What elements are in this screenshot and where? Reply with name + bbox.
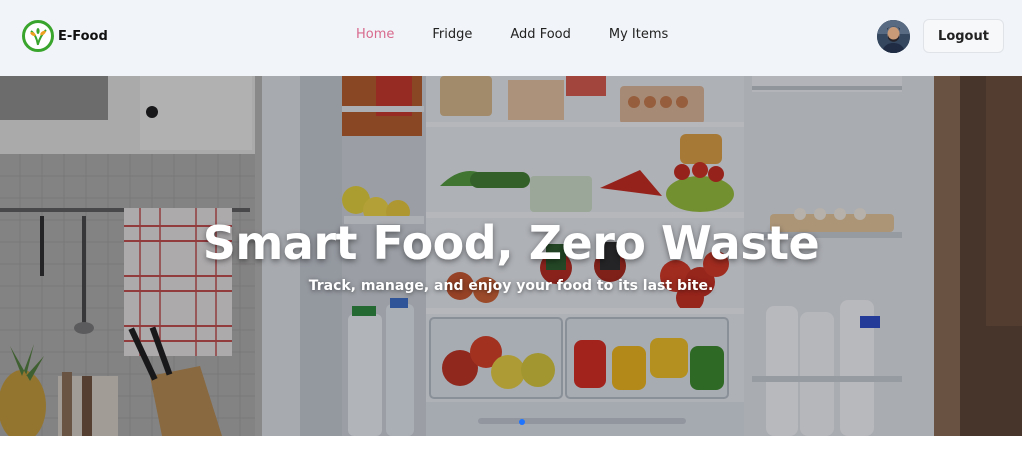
brand-name: E-Food xyxy=(58,28,108,44)
nav-link-fridge[interactable]: Fridge xyxy=(432,27,472,42)
hero-subtitle: Track, manage, and enjoy your food to it… xyxy=(308,278,714,294)
user-avatar-icon[interactable] xyxy=(877,20,910,53)
nav-link-my-items[interactable]: My Items xyxy=(609,27,668,42)
carousel-dot-active[interactable] xyxy=(519,419,525,425)
hero-banner: Smart Food, Zero Waste Track, manage, an… xyxy=(0,76,1022,436)
carousel-indicators xyxy=(519,419,525,425)
top-navbar: E-Food Home Fridge Add Food My Items Log… xyxy=(0,0,1022,76)
brand[interactable]: E-Food xyxy=(22,20,108,52)
leaf-logo-icon xyxy=(22,20,54,52)
logout-button[interactable]: Logout xyxy=(923,19,1004,53)
nav-link-add-food[interactable]: Add Food xyxy=(510,27,570,42)
hero-title: Smart Food, Zero Waste xyxy=(202,216,820,270)
nav-link-home[interactable]: Home xyxy=(356,27,394,42)
nav-links: Home Fridge Add Food My Items xyxy=(356,27,706,42)
